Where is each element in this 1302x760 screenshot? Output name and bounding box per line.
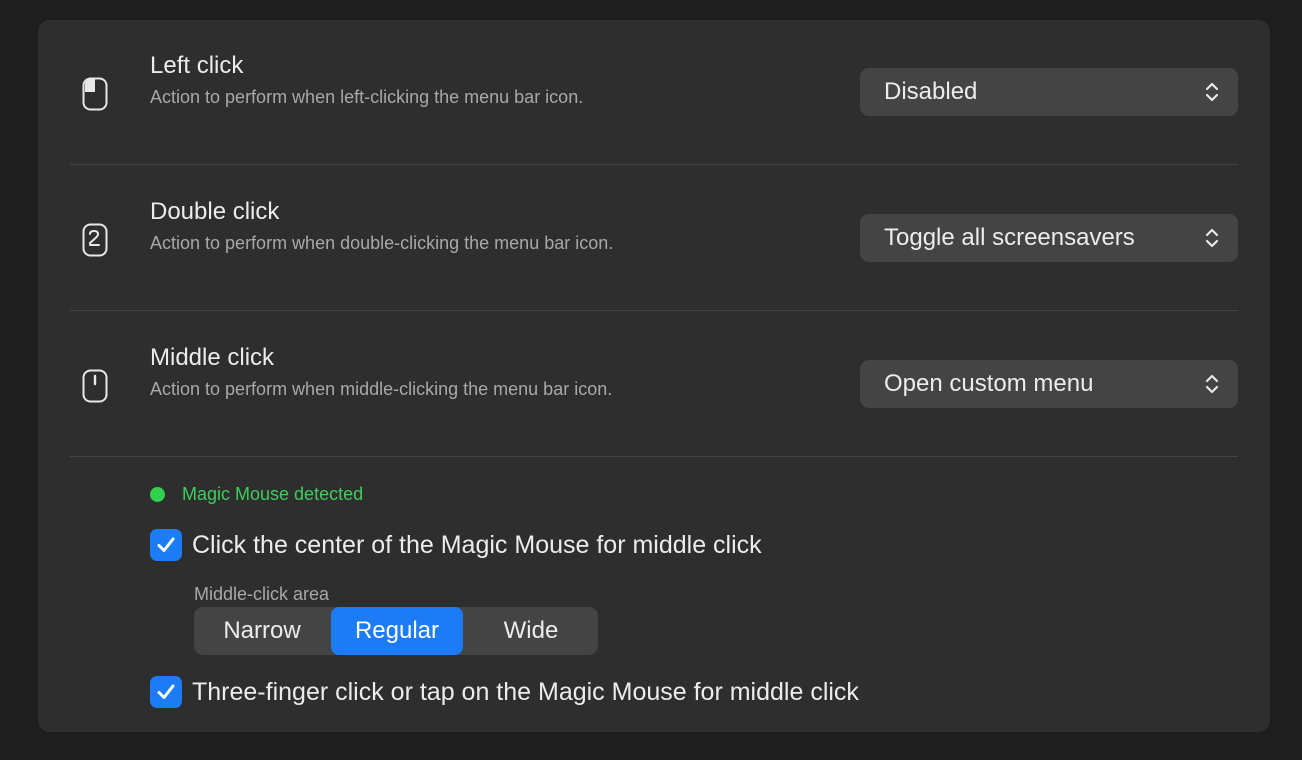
row-divider — [70, 456, 1238, 457]
center-click-checkbox[interactable] — [150, 529, 182, 561]
chevron-up-down-icon — [1205, 374, 1219, 394]
double-click-title: Double click — [150, 198, 280, 225]
settings-panel: Left click Action to perform when left-c… — [38, 20, 1270, 732]
segment-wide[interactable]: Wide — [464, 607, 598, 655]
center-click-label: Click the center of the Magic Mouse for … — [192, 531, 762, 559]
middle-click-action-select[interactable]: Open custom menu — [860, 360, 1238, 408]
checkmark-icon — [157, 537, 175, 552]
double-click-row: Double click Action to perform when doub… — [70, 166, 1238, 312]
middle-click-description: Action to perform when middle-clicking t… — [150, 379, 613, 399]
middle-click-title: Middle click — [150, 344, 275, 371]
row-divider — [70, 164, 1238, 165]
middle-click-selected-value: Open custom menu — [884, 370, 1094, 397]
double-click-selected-value: Toggle all screensavers — [884, 224, 1135, 251]
segment-regular[interactable]: Regular — [331, 607, 463, 655]
double-click-action-select[interactable]: Toggle all screensavers — [860, 214, 1238, 262]
middle-click-row: Middle click Action to perform when midd… — [70, 312, 1238, 458]
row-divider — [70, 310, 1238, 311]
double-click-description: Action to perform when double-clicking t… — [150, 233, 614, 253]
left-click-selected-value: Disabled — [884, 78, 978, 105]
left-click-row: Left click Action to perform when left-c… — [70, 20, 1238, 166]
three-finger-label: Three-finger click or tap on the Magic M… — [192, 678, 859, 706]
status-dot — [150, 487, 165, 502]
mouse-left-click-icon — [82, 77, 108, 111]
mouse-middle-click-icon — [82, 369, 108, 403]
left-click-title: Left click — [150, 52, 244, 79]
left-click-description: Action to perform when left-clicking the… — [150, 87, 584, 107]
chevron-up-down-icon — [1205, 82, 1219, 102]
chevron-up-down-icon — [1205, 228, 1219, 248]
middle-click-area-segmented-control[interactable]: Narrow Regular Wide — [194, 607, 598, 655]
checkmark-icon — [157, 684, 175, 699]
magic-mouse-status: Magic Mouse detected — [182, 484, 364, 504]
left-click-action-select[interactable]: Disabled — [860, 68, 1238, 116]
three-finger-checkbox[interactable] — [150, 676, 182, 708]
segment-narrow[interactable]: Narrow — [194, 607, 330, 655]
middle-click-area-title: Middle-click area — [194, 584, 330, 604]
mouse-double-click-icon — [82, 223, 108, 257]
